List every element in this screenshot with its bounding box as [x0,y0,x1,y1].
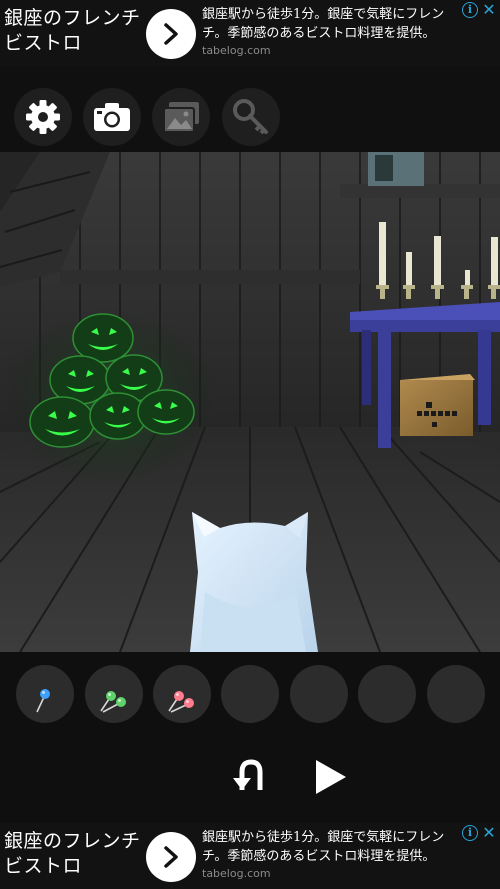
camera-button[interactable] [83,88,141,146]
ad-description[interactable]: 銀座駅から徒歩1分。銀座で気軽にフレン チ。季節感のあるビストロ料理を提供。 [202,828,482,866]
play-icon [316,760,346,794]
hint-key-button[interactable] [222,88,280,146]
top-ad-banner[interactable]: 銀座のフレンチビストロ 銀座駅から徒歩1分。銀座で気軽にフレン チ。季節感のある… [0,0,500,66]
blue-pin-item-icon [36,689,50,713]
key-icon [233,99,268,135]
white-cat[interactable] [190,512,318,652]
ad-line-2: チ。季節感のあるビストロ料理を提供。 [202,849,436,864]
navigation-controls [0,742,500,823]
forward-button[interactable] [308,754,354,800]
ad-domain: tabelog.com [202,867,271,880]
photo-album-icon [163,102,199,133]
settings-button[interactable] [14,88,72,146]
ad-close-icon[interactable]: ✕ [480,824,498,842]
ad-info-icon[interactable]: i [462,825,478,841]
ad-info-icon[interactable]: i [462,2,478,18]
code-lock-box[interactable] [400,374,475,436]
green-pins-item-icon [100,691,126,713]
ad-line-1: 銀座駅から徒歩1分。銀座で気軽にフレン [202,7,445,22]
room-view [0,152,500,652]
ad-title[interactable]: 銀座のフレンチビストロ [4,6,144,56]
camera-icon [94,103,130,131]
u-turn-icon [233,759,263,790]
ad-open-button[interactable] [146,9,196,59]
inventory-slot-5[interactable] [290,665,348,723]
inventory-slot-4[interactable] [221,665,279,723]
gear-icon [26,100,60,134]
ad-line-1: 銀座駅から徒歩1分。銀座で気軽にフレン [202,830,445,845]
inventory-slot-2[interactable] [85,665,143,723]
game-scene[interactable] [0,152,500,652]
back-button[interactable] [228,754,274,800]
ad-close-icon[interactable]: ✕ [480,1,498,19]
inventory-slot-3[interactable] [153,665,211,723]
game-toolbar [0,66,500,152]
ad-domain: tabelog.com [202,44,271,57]
photo-album-button[interactable] [152,88,210,146]
inventory-slot-7[interactable] [427,665,485,723]
ad-open-button[interactable] [146,832,196,882]
ad-description[interactable]: 銀座駅から徒歩1分。銀座で気軽にフレン チ。季節感のあるビストロ料理を提供。 [202,5,482,43]
chevron-right-icon [164,23,178,45]
bottom-ad-banner[interactable]: 銀座のフレンチビストロ 銀座駅から徒歩1分。銀座で気軽にフレン チ。季節感のある… [0,823,500,889]
item-inventory [0,652,500,742]
inventory-slot-6[interactable] [358,665,416,723]
ad-line-2: チ。季節感のあるビストロ料理を提供。 [202,26,436,41]
inventory-slot-1[interactable] [16,665,74,723]
ad-title[interactable]: 銀座のフレンチビストロ [4,829,144,879]
chevron-right-icon [164,846,178,868]
pink-pins-item-icon [168,691,194,713]
